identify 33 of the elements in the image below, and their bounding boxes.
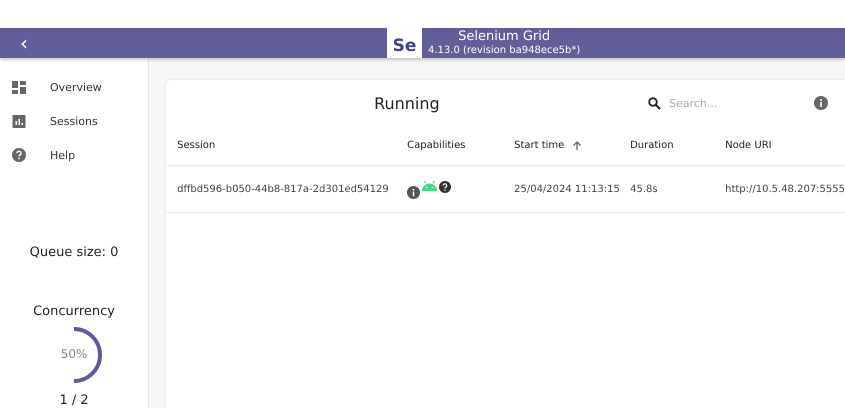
concurrency-count: 1 / 2: [58, 393, 90, 408]
search-icon: [648, 96, 662, 110]
queue-size: Queue size: 0: [28, 245, 120, 260]
nav-label: Sessions: [50, 115, 98, 128]
bar-chart-icon: [12, 115, 26, 128]
nav-label: Help: [50, 148, 76, 162]
column-header[interactable]: Capabilities: [407, 140, 514, 151]
selenium-logo: Se: [387, 28, 422, 58]
start-time: 25/04/2024 11:13:15: [514, 184, 621, 194]
version-text: 4.13.0 (revision ba948ece5b*): [428, 44, 580, 57]
help-icon: [12, 148, 26, 162]
card-title: Running: [374, 94, 440, 112]
help-icon[interactable]: [439, 180, 452, 192]
back-button[interactable]: ‹: [16, 33, 32, 53]
concurrency-percent: 50%: [60, 347, 88, 362]
column-header[interactable]: Session: [177, 140, 408, 151]
nav-item[interactable]: Help: [0, 138, 148, 172]
session-id: dffbd596-b050-44b8-817a-2d301ed54129: [177, 184, 390, 194]
nav-label: Overview: [50, 81, 102, 94]
info-icon[interactable]: [407, 186, 420, 198]
node-uri: http://10.5.48.207:5555: [725, 184, 845, 194]
android-icon: [421, 180, 438, 190]
duration: 45.8s: [630, 184, 659, 194]
nav-item[interactable]: Sessions: [0, 104, 148, 139]
column-header[interactable]: Node URI: [725, 140, 845, 151]
sort-arrow-icon: [572, 140, 582, 150]
column-header[interactable]: Duration: [630, 140, 726, 151]
dashboard-icon: [12, 81, 26, 94]
app-title: Selenium Grid: [458, 29, 550, 44]
column-header[interactable]: Start time: [514, 140, 630, 151]
nav-item[interactable]: Overview: [0, 71, 148, 105]
info-icon[interactable]: [814, 96, 828, 110]
concurrency-title: Concurrency: [32, 304, 116, 320]
